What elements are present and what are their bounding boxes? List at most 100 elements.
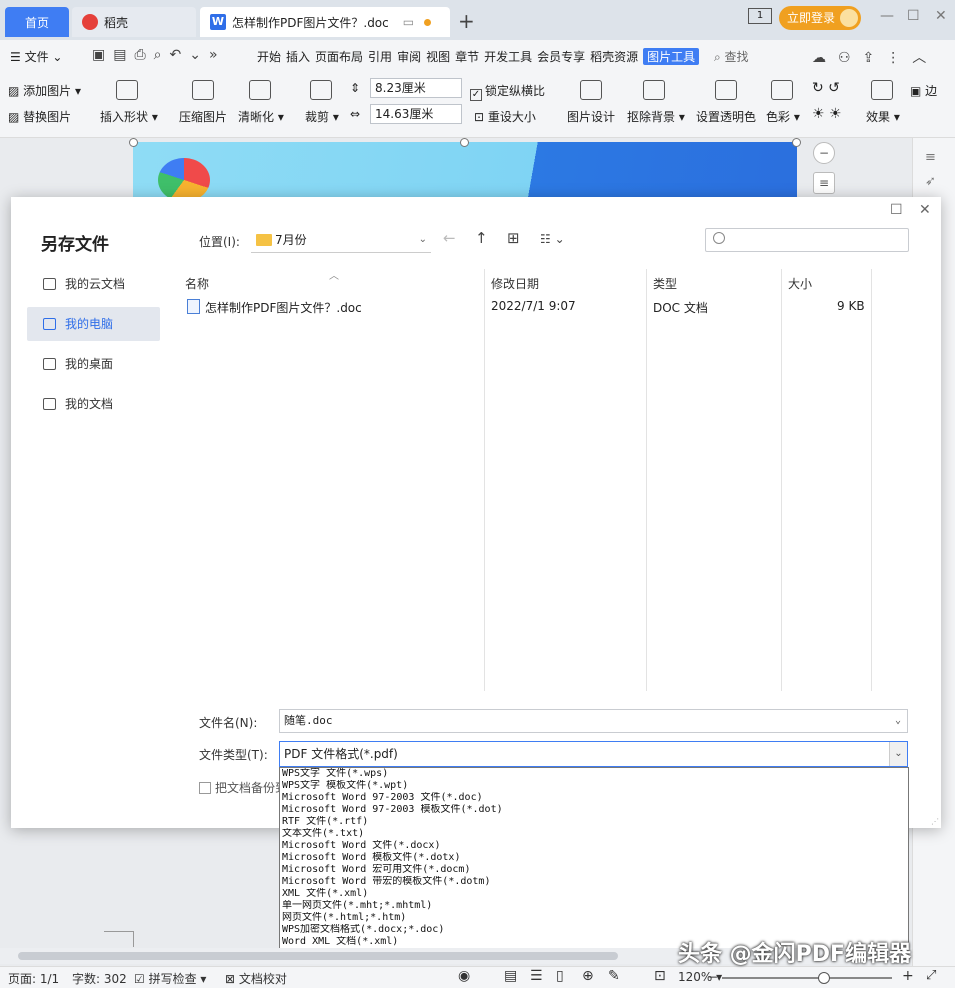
minimize-icon[interactable]: — [880,8,894,24]
border-button[interactable]: ▣ 边 [910,82,937,99]
file-row[interactable]: 怎样制作PDF图片文件？.doc 2022/7/1 9:07 DOC 文档 9 … [181,297,871,317]
filename-input[interactable]: 随笔.doc ⌄ [279,709,908,733]
dialog-close-icon[interactable]: ✕ [919,202,931,218]
menu-tab[interactable]: 页面布局 [315,48,363,65]
location-select[interactable]: 7月份 ⌄ [251,227,431,253]
column-date[interactable]: 修改日期 [491,275,539,292]
filetype-option[interactable]: RTF 文件(*.rtf) [280,816,908,828]
insert-shape-button[interactable]: 插入形状 ▾ [100,108,158,125]
column-divider[interactable] [781,269,782,691]
file-menu[interactable]: ☰ 文件 ⌄ [10,48,62,65]
menu-tab[interactable]: 开始 [257,48,281,65]
effect-button[interactable]: 效果 ▾ [866,108,900,125]
dialog-search-input[interactable] [705,228,909,252]
filetype-option[interactable]: 网页文件(*.html;*.htm) [280,912,908,924]
proofread-button[interactable]: ⊠ 文档校对 [225,970,287,987]
filetype-option[interactable]: 单一网页文件(*.mht;*.mhtml) [280,900,908,912]
dialog-maximize-icon[interactable]: ☐ [890,202,903,218]
zoom-slider-knob[interactable] [818,972,830,984]
window-mode-icon[interactable]: 1 [748,8,772,24]
column-divider[interactable] [646,269,647,691]
page-count[interactable]: 页面: 1/1 [8,970,59,987]
image-design-button[interactable]: 图片设计 [567,108,615,125]
spell-check-button[interactable]: ☑ 拼写检查 ▾ [134,970,206,987]
menu-tab[interactable]: 引用 [368,48,392,65]
up-arrow-icon[interactable]: ↑ [475,229,488,247]
reset-size-button[interactable]: ⊡ 重设大小 [474,108,536,125]
login-button[interactable]: 立即登录 [779,6,861,30]
menu-right-icons[interactable]: ☁⚇⇪⋮︿ [812,47,938,67]
search-menu[interactable]: ⌕ 查找 [714,48,749,65]
web-view-icon[interactable]: ⊕ [582,968,594,984]
resize-handle[interactable] [792,138,801,147]
zoom-in-button[interactable]: + [902,968,914,984]
tab-document[interactable]: W 怎样制作PDF图片文件？.doc ▭ [200,7,450,37]
filetype-option[interactable]: WPS文字 文件(*.wps) [280,768,908,780]
column-divider[interactable] [871,269,872,691]
zoom-out-button[interactable]: − [708,970,718,984]
monitor-icon[interactable]: ▭ [403,15,414,29]
sidebar-item[interactable]: 我的云文档 [27,267,160,301]
outline-view-icon[interactable]: ☰ [530,968,543,984]
read-view-icon[interactable]: ▯ [556,968,564,984]
column-type[interactable]: 类型 [653,275,677,292]
quick-access-toolbar[interactable]: ▣▤⎙⌕↶⌄» [92,47,226,63]
add-image-button[interactable]: ▨ 添加图片 ▾ [8,82,81,99]
filetype-option[interactable]: Microsoft Word 模板文件(*.dotx) [280,852,908,864]
menu-tab[interactable]: 会员专享 [537,48,585,65]
filetype-select[interactable]: PDF 文件格式(*.pdf) ⌄ [279,741,908,767]
height-input[interactable]: 8.23厘米 [370,78,462,98]
filetype-option[interactable]: Microsoft Word 97-2003 文件(*.doc) [280,792,908,804]
menu-tab[interactable]: 稻壳资源 [590,48,638,65]
menu-tab[interactable]: 视图 [426,48,450,65]
zoom-out-icon[interactable]: − [813,142,835,164]
sharpen-button[interactable]: 清晰化 ▾ [238,108,284,125]
filetype-option[interactable]: Microsoft Word 文件(*.docx) [280,840,908,852]
menu-tab[interactable]: 章节 [455,48,479,65]
set-transparent-button[interactable]: 设置透明色 [696,108,756,125]
color-button[interactable]: 色彩 ▾ [766,108,800,125]
filetype-option[interactable]: WPS文字 模板文件(*.wpt) [280,780,908,792]
tab-home[interactable]: 首页 [5,7,69,37]
lock-ratio-checkbox[interactable]: ✓ 锁定纵横比 [470,82,545,101]
pen-icon[interactable]: ✎ [608,968,620,984]
resize-handle[interactable] [129,138,138,147]
filetype-option[interactable]: XML 文件(*.xml) [280,888,908,900]
sidebar-item[interactable]: 我的桌面 [27,347,160,381]
filetype-option[interactable]: Microsoft Word 带宏的模板文件(*.dotm) [280,876,908,888]
filetype-option[interactable]: Microsoft Word 97-2003 模板文件(*.dot) [280,804,908,816]
rotate-icons[interactable]: ↻ ↺ [812,80,840,96]
menu-tab[interactable]: 审阅 [397,48,421,65]
zoom-slider[interactable] [722,972,892,984]
layout-icon[interactable]: ≡ [813,172,835,194]
width-input[interactable]: 14.63厘米 [370,104,462,124]
new-tab-button[interactable]: + [458,9,475,33]
sidebar-item[interactable]: 我的文档 [27,387,160,421]
maximize-icon[interactable]: ☐ [907,8,920,24]
back-arrow-icon[interactable]: ← [443,229,456,247]
menu-tab[interactable]: 开发工具 [484,48,532,65]
fit-icon[interactable]: ⊡ [654,968,666,984]
close-icon[interactable]: ✕ [935,8,947,24]
filetype-option[interactable]: 文本文件(*.txt) [280,828,908,840]
menu-tab[interactable]: 插入 [286,48,310,65]
panel-menu-icon[interactable]: ≡ [925,150,936,165]
chevron-down-icon[interactable]: ⌄ [889,710,907,732]
resize-handle[interactable] [460,138,469,147]
chevron-down-icon[interactable]: ⌄ [889,742,907,766]
word-count[interactable]: 字数: 302 [72,970,127,987]
replace-image-button[interactable]: ▨ 替换图片 [8,108,71,125]
menu-tab[interactable]: 图片工具 [643,48,700,65]
remove-bg-button[interactable]: 抠除背景 ▾ [627,108,685,125]
view-mode-icon[interactable]: ☷ ⌄ [540,232,565,246]
backup-checkbox[interactable]: 把文档备份到 [199,779,287,796]
sidebar-item[interactable]: 我的电脑 [27,307,160,341]
compress-image-button[interactable]: 压缩图片 [179,108,227,125]
column-divider[interactable] [484,269,485,691]
scrollbar-thumb[interactable] [18,952,618,960]
filetype-option[interactable]: WPS加密文档格式(*.docx;*.doc) [280,924,908,936]
tab-daoke[interactable]: 稻壳 [72,7,196,37]
brightness-icons[interactable]: ☀ ☀ [812,106,842,122]
filetype-option[interactable]: Microsoft Word 宏可用文件(*.docm) [280,864,908,876]
crop-button[interactable]: 裁剪 ▾ [305,108,339,125]
